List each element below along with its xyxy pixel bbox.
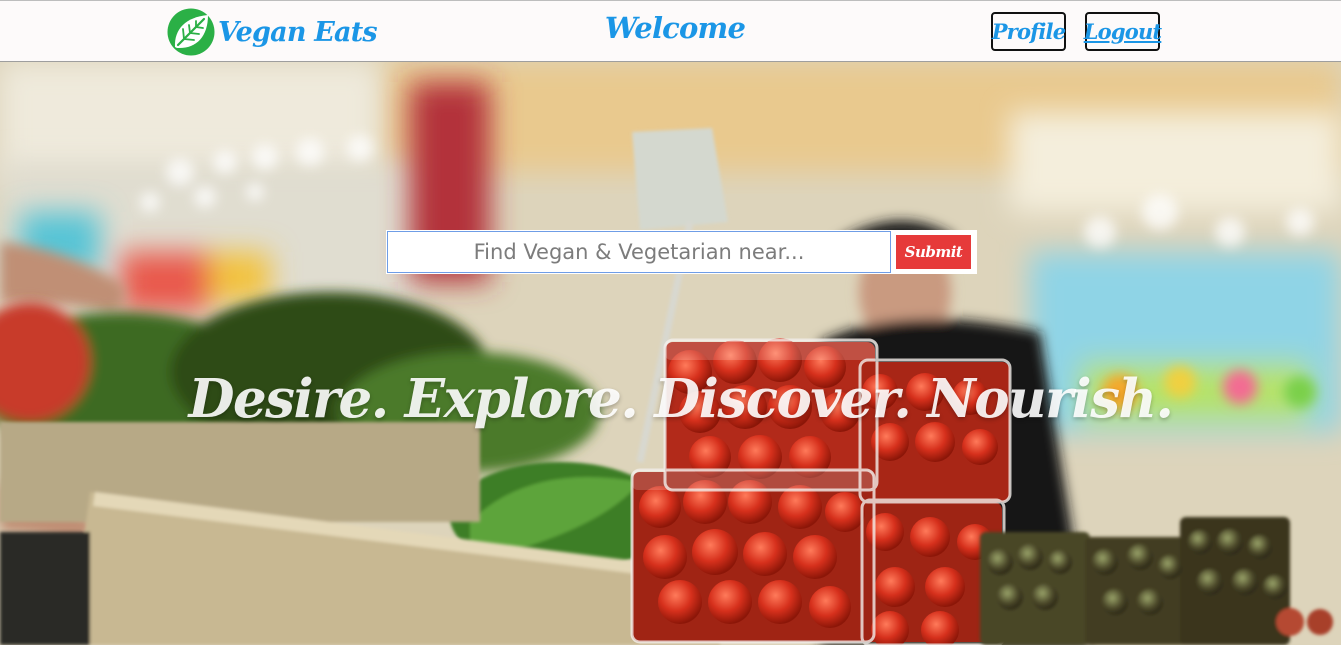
profile-button[interactable]: Profile [991,12,1066,51]
leaf-icon [166,7,216,57]
market-background-image [0,62,1341,645]
location-search-input[interactable] [387,231,891,273]
hero-tagline: Desire. Explore. Discover. Nourish. [188,368,1174,430]
top-navbar: Vegan Eats Welcome Profile Logout [0,0,1341,62]
logout-button[interactable]: Logout [1084,12,1162,51]
submit-button[interactable]: Submit [896,235,971,269]
search-form: Submit [386,230,977,274]
brand-name: Vegan Eats [218,16,378,48]
brand-link[interactable]: Vegan Eats [166,6,378,58]
hero-section: Submit Desire. Explore. Discover. Nouris… [0,62,1341,645]
page-title: Welcome [604,11,746,45]
